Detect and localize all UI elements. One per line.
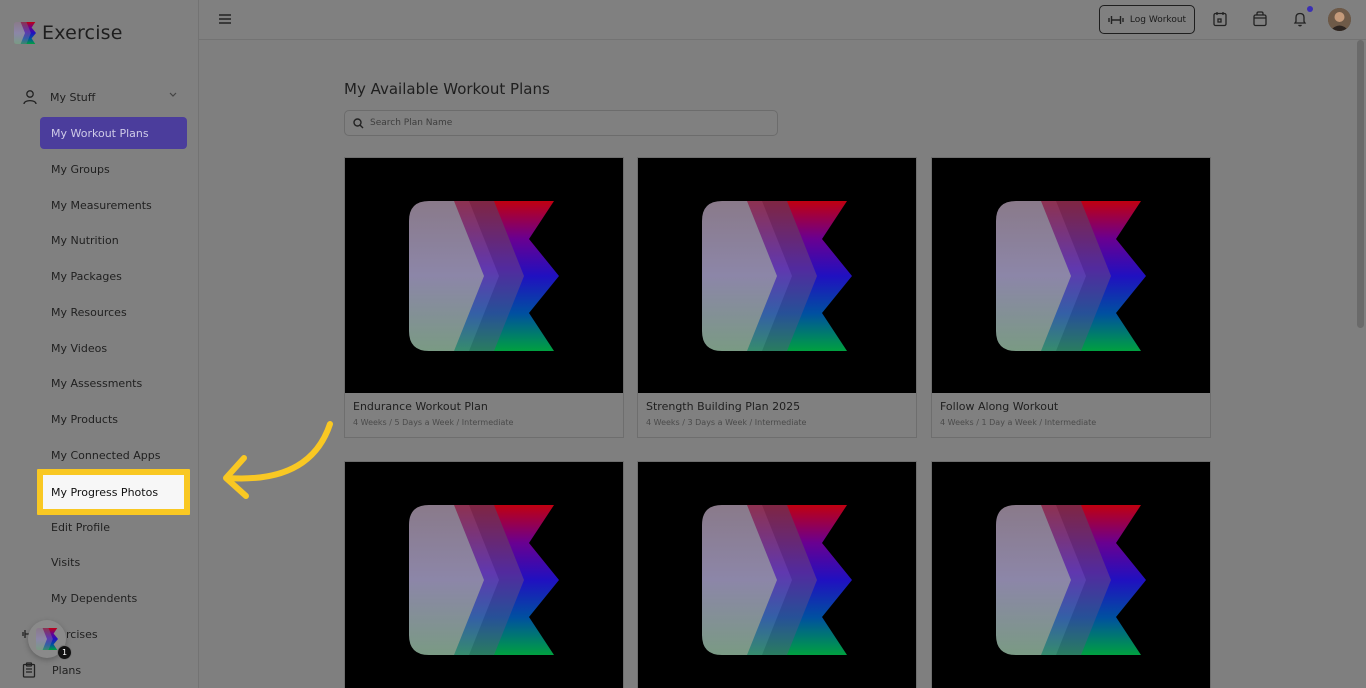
- plan-logo-icon: [702, 201, 852, 351]
- sidebar-item-my-videos[interactable]: My Videos: [40, 332, 187, 364]
- plan-subtitle: 4 Weeks / 5 Days a Week / Intermediate: [353, 418, 514, 427]
- annotation-arrow-icon: [223, 421, 333, 499]
- plan-card[interactable]: [344, 461, 624, 688]
- sidebar-item-my-connected-apps[interactable]: My Connected Apps: [40, 439, 187, 471]
- search-icon: [353, 117, 364, 128]
- plan-card[interactable]: Strength Building Plan 2025 4 Weeks / 3 …: [637, 157, 917, 438]
- exercise-logo-icon: [14, 22, 36, 44]
- plan-logo-icon: [409, 505, 559, 655]
- sidebar-item-my-products[interactable]: My Products: [40, 403, 187, 435]
- sidebar-item-my-groups[interactable]: My Groups: [40, 153, 187, 185]
- sidebar-item-my-measurements[interactable]: My Measurements: [40, 189, 187, 221]
- plan-thumbnail: [932, 158, 1210, 393]
- user-photo-icon: [1328, 8, 1351, 31]
- plan-logo-icon: [996, 201, 1146, 351]
- notification-dot: [1307, 6, 1313, 12]
- plan-subtitle: 4 Weeks / 1 Day a Week / Intermediate: [940, 418, 1097, 427]
- sidebar-item-my-dependents[interactable]: My Dependents: [40, 582, 187, 614]
- sidebar-item-plans-label: Plans: [52, 663, 82, 677]
- plan-logo-icon: [996, 505, 1146, 655]
- search-input[interactable]: [370, 118, 750, 128]
- plan-title: Endurance Workout Plan: [353, 400, 488, 413]
- top-bar: Log Workout: [199, 0, 1366, 40]
- search-bar[interactable]: [344, 110, 778, 136]
- plan-thumbnail: [638, 158, 916, 393]
- user-icon: [23, 90, 37, 105]
- sidebar-item-my-workout-plans[interactable]: My Workout Plans: [40, 117, 187, 149]
- dumbbell-icon: [1108, 15, 1124, 24]
- plan-card[interactable]: Endurance Workout Plan 4 Weeks / 5 Days …: [344, 157, 624, 438]
- chat-logo-icon: [36, 628, 58, 650]
- page-title: My Available Workout Plans: [344, 80, 550, 98]
- sidebar-item-my-packages[interactable]: My Packages: [40, 260, 187, 292]
- app-logo[interactable]: Exercise: [14, 22, 123, 44]
- plan-card[interactable]: [931, 461, 1211, 688]
- calendar-icon[interactable]: [1213, 11, 1227, 27]
- sidebar-item-my-assessments[interactable]: My Assessments: [40, 367, 187, 399]
- avatar[interactable]: [1328, 8, 1351, 31]
- menu-icon[interactable]: [218, 12, 232, 26]
- app-name: Exercise: [42, 22, 123, 44]
- clipboard-icon: [22, 662, 36, 678]
- log-workout-label: Log Workout: [1129, 14, 1187, 25]
- chat-badge: 1: [57, 645, 72, 660]
- scrollbar[interactable]: [1357, 40, 1364, 328]
- plan-subtitle: 4 Weeks / 3 Days a Week / Intermediate: [646, 418, 807, 427]
- shopping-bag-icon[interactable]: [1253, 11, 1267, 27]
- chevron-down-icon: [169, 92, 177, 97]
- sidebar-item-exercises-label: rcises: [66, 627, 98, 641]
- plan-thumbnail: [345, 462, 623, 688]
- my-stuff-label: My Stuff: [50, 90, 96, 104]
- plan-card[interactable]: [637, 461, 917, 688]
- sidebar-item-visits[interactable]: Visits: [40, 546, 187, 578]
- sidebar-item-edit-profile[interactable]: Edit Profile: [40, 511, 187, 543]
- plan-thumbnail: [932, 462, 1210, 688]
- sidebar-item-my-resources[interactable]: My Resources: [40, 296, 187, 328]
- plan-thumbnail: [638, 462, 916, 688]
- plan-card[interactable]: Follow Along Workout 4 Weeks / 1 Day a W…: [931, 157, 1211, 438]
- highlight-frame: [37, 469, 190, 515]
- sidebar: Exercise My Stuff My Workout Plans My Gr…: [0, 0, 199, 688]
- sidebar-item-plans[interactable]: Plans: [22, 660, 81, 680]
- log-workout-button[interactable]: Log Workout: [1099, 5, 1195, 34]
- my-stuff-section-toggle[interactable]: My Stuff: [22, 86, 182, 108]
- plan-thumbnail: [345, 158, 623, 393]
- plan-logo-icon: [409, 201, 559, 351]
- bell-icon[interactable]: [1293, 11, 1307, 27]
- plan-logo-icon: [702, 505, 852, 655]
- sidebar-item-my-nutrition[interactable]: My Nutrition: [40, 224, 187, 256]
- plan-title: Strength Building Plan 2025: [646, 400, 801, 413]
- plan-title: Follow Along Workout: [940, 400, 1059, 413]
